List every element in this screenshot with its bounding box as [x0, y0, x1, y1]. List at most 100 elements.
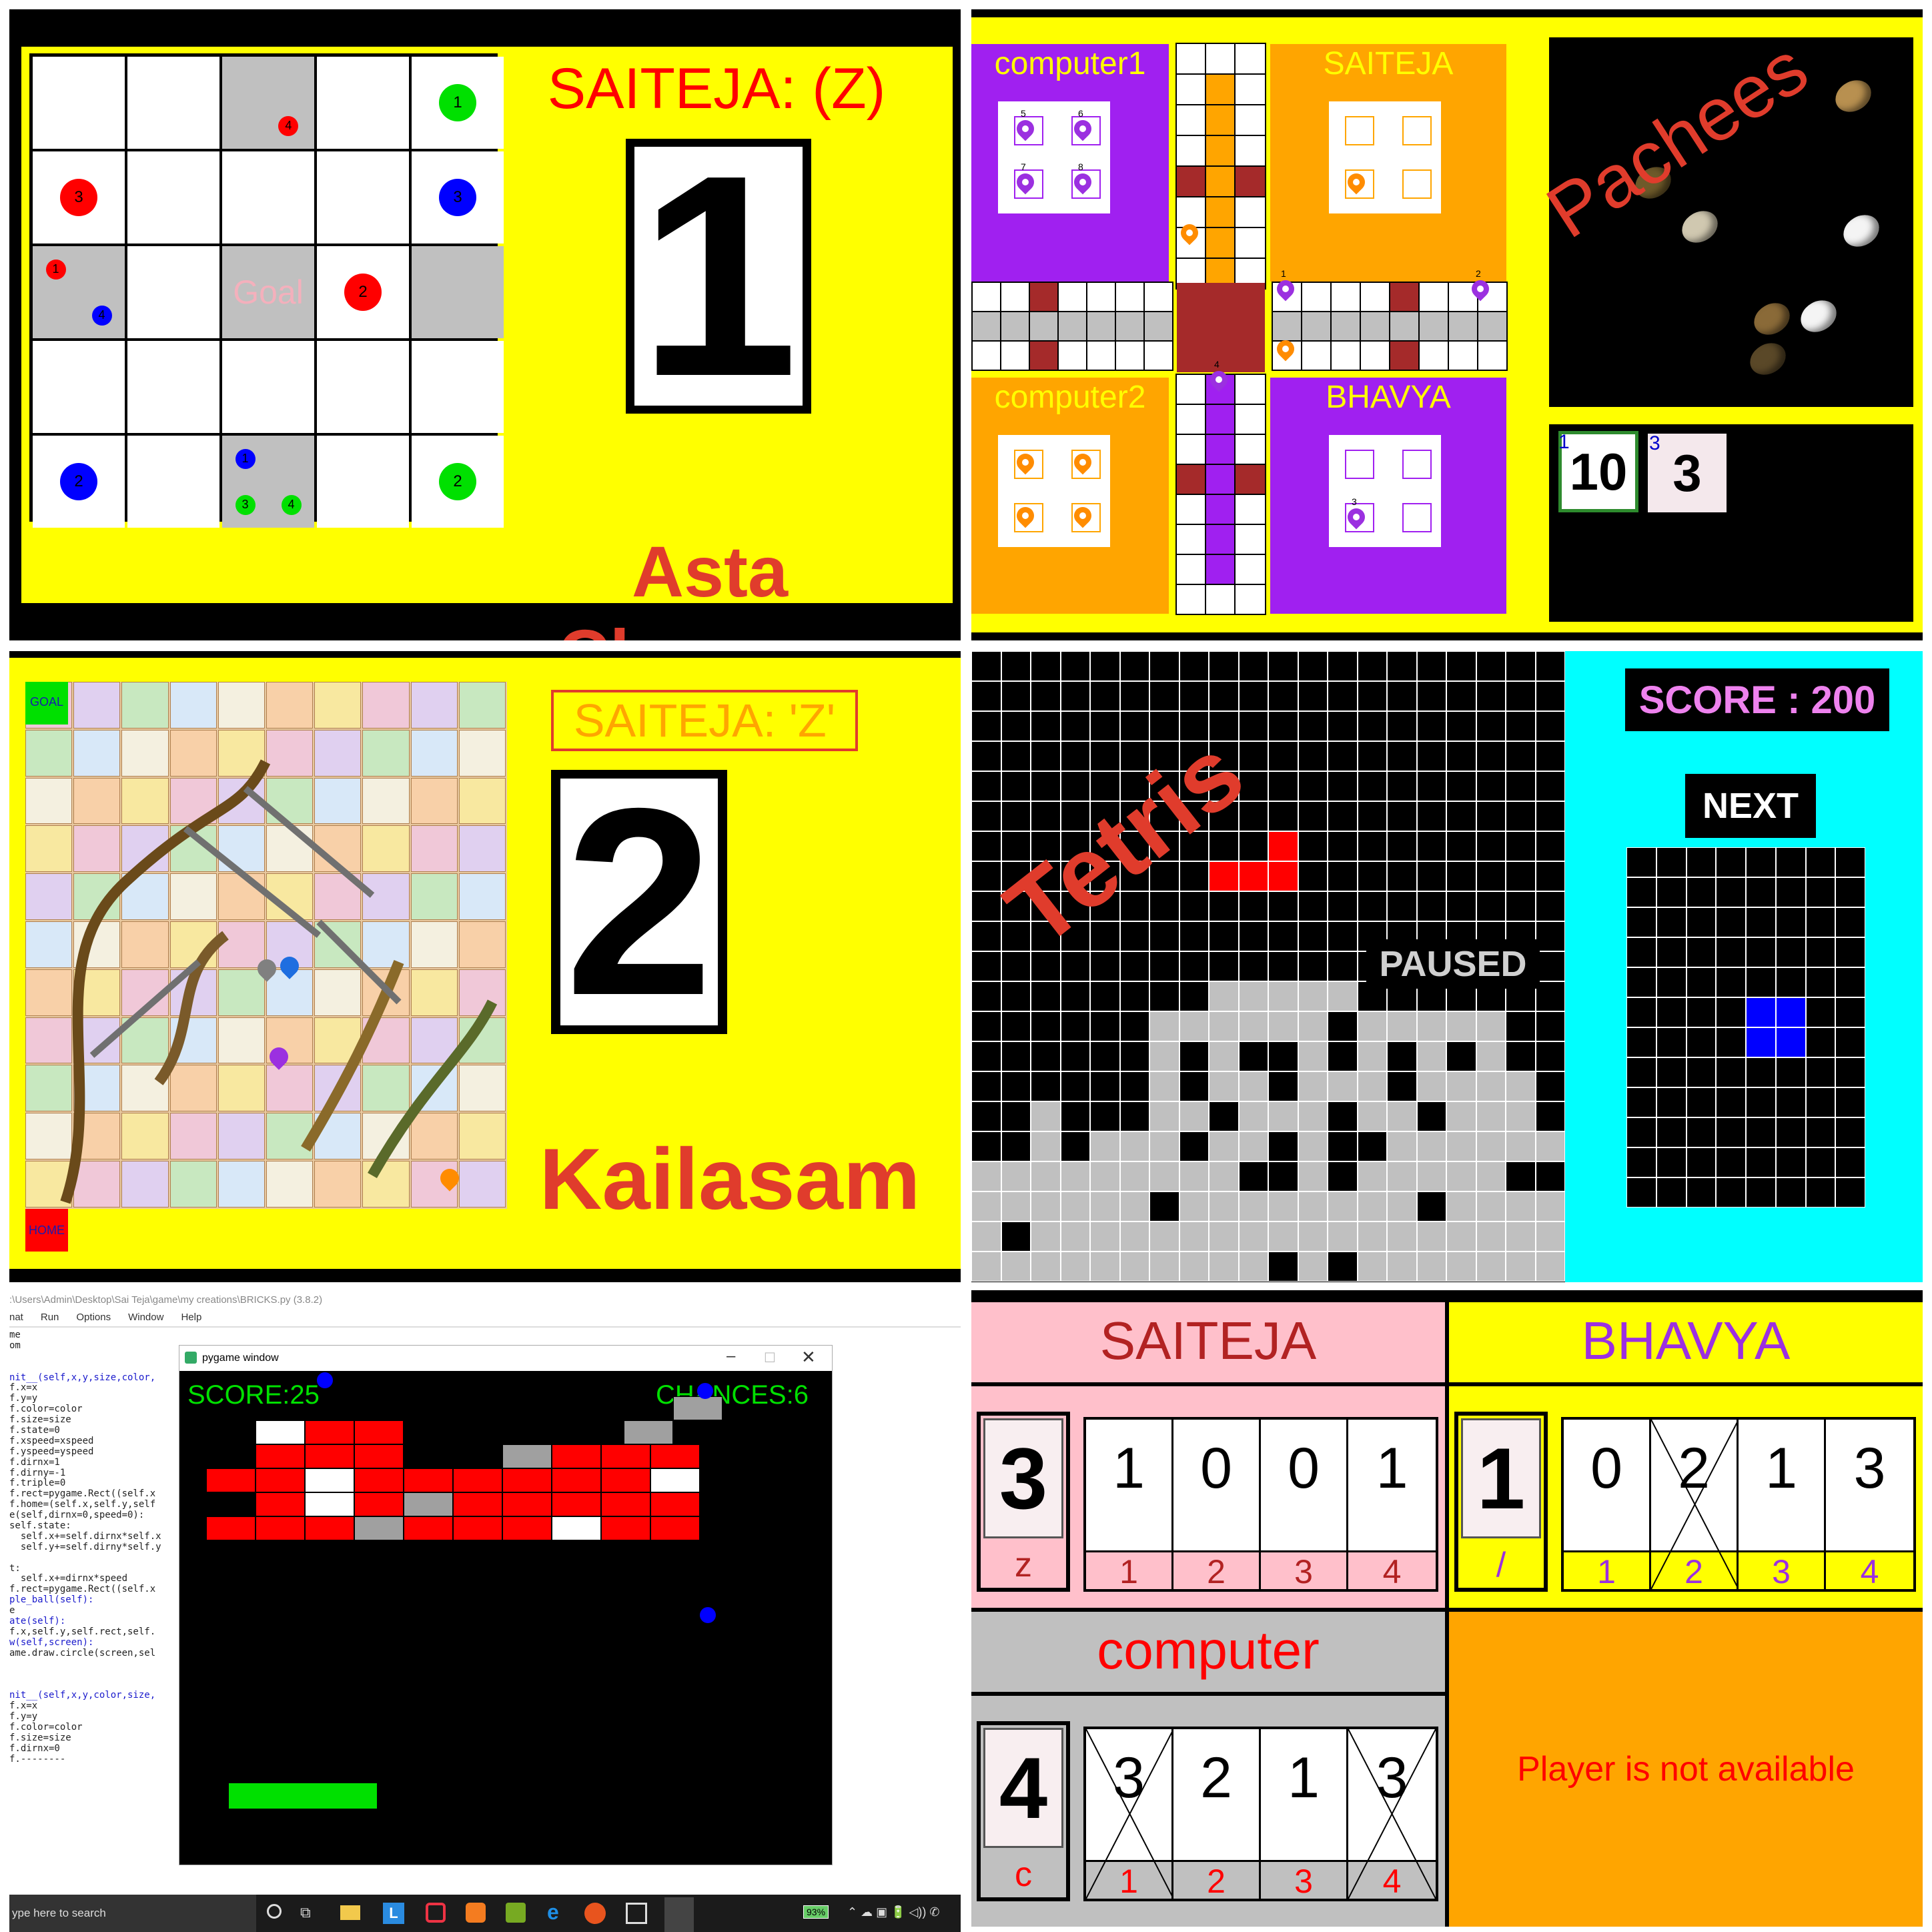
app-orange-icon[interactable]	[466, 1903, 486, 1923]
tetris-cell	[1328, 891, 1358, 921]
cowrie-shell[interactable]	[1829, 73, 1877, 119]
pachees-pin-marker[interactable]: 3	[1344, 496, 1369, 535]
edge-icon[interactable]: e	[547, 1900, 559, 1925]
header-divider	[971, 1692, 1445, 1696]
digit-index[interactable]: 2	[1173, 1860, 1261, 1900]
pachees-pin-marker[interactable]	[1177, 220, 1202, 251]
kailasam-player-marker[interactable]	[276, 953, 303, 986]
asta-piece[interactable]: 4	[91, 305, 112, 326]
idle-menu-item[interactable]: nat	[9, 1312, 23, 1326]
asta-piece[interactable]: 1	[235, 448, 256, 469]
python-icon[interactable]	[664, 1897, 694, 1932]
asta-board-cell[interactable]	[33, 246, 125, 338]
digit-index[interactable]: 3	[1261, 1550, 1348, 1590]
tetris-cell	[1328, 921, 1358, 951]
taskbar-search[interactable]: ype here to search	[9, 1895, 256, 1932]
asta-board-cell[interactable]	[317, 436, 409, 528]
app-l-icon[interactable]: L	[383, 1903, 404, 1924]
tetris-cell	[1238, 1011, 1268, 1041]
next-cell	[1746, 907, 1776, 937]
asta-board-cell[interactable]	[127, 436, 219, 528]
digit-index[interactable]: 1	[1086, 1550, 1173, 1590]
tetris-cell	[1179, 1041, 1209, 1071]
asta-piece[interactable]: 2	[60, 463, 97, 500]
pachees-pin-marker[interactable]: 6	[1070, 108, 1095, 147]
pachees-pin-marker[interactable]	[1273, 336, 1298, 367]
pachees-pin-marker[interactable]	[1013, 503, 1038, 534]
pachees-pin-marker[interactable]	[1344, 169, 1369, 200]
tetris-cell	[1149, 1131, 1179, 1161]
digit-index[interactable]: 4	[1826, 1550, 1913, 1590]
asta-board-cell[interactable]	[412, 246, 504, 338]
digit-index[interactable]: 3	[1261, 1860, 1348, 1900]
asta-piece[interactable]: 3	[60, 179, 97, 216]
asta-dice[interactable]: 1	[626, 133, 811, 420]
pachees-pin-marker[interactable]: 1	[1273, 268, 1298, 307]
asta-board-cell[interactable]	[33, 341, 125, 433]
asta-piece[interactable]: 1	[45, 259, 66, 280]
pachees-pin-marker[interactable]: 8	[1070, 161, 1095, 200]
tetris-cell	[1119, 951, 1149, 981]
asta-board-cell[interactable]	[127, 57, 219, 149]
cowrie-shell[interactable]	[1748, 296, 1796, 342]
cowrie-shell[interactable]	[1676, 204, 1724, 250]
asta-board-cell[interactable]	[412, 341, 504, 433]
asta-piece[interactable]: 3	[235, 494, 256, 515]
asta-board-cell[interactable]	[222, 341, 314, 433]
digit-index[interactable]: 4	[1348, 1550, 1436, 1590]
tetris-cell	[1387, 1161, 1417, 1191]
battery-indicator[interactable]: 93%	[803, 1905, 829, 1919]
asta-board-cell[interactable]	[222, 57, 314, 149]
kailasam-player-marker[interactable]	[436, 1165, 463, 1198]
tetris-cell	[1328, 1011, 1358, 1041]
asta-board-cell[interactable]	[127, 341, 219, 433]
pachees-pin-marker[interactable]: 2	[1468, 268, 1493, 307]
tetris-cell	[1357, 1041, 1387, 1071]
app-game-icon[interactable]	[506, 1903, 526, 1923]
asta-board-cell[interactable]	[222, 151, 314, 244]
pachees-pin-marker[interactable]: 5	[1013, 108, 1038, 147]
pachees-pin-marker[interactable]	[1070, 503, 1095, 534]
digit-index[interactable]: 2	[1173, 1550, 1261, 1590]
asta-board-cell[interactable]	[317, 151, 409, 244]
asta-piece[interactable]: 2	[344, 274, 382, 311]
idle-menu-item[interactable]: Run	[41, 1312, 59, 1326]
app-terminal-icon[interactable]	[626, 1903, 647, 1924]
paddle[interactable]	[229, 1783, 377, 1809]
task-view-icon[interactable]: ⧉	[300, 1904, 311, 1921]
idle-menu-item[interactable]: Options	[76, 1312, 111, 1326]
cowrie-shell[interactable]	[1795, 294, 1843, 339]
asta-board-cell[interactable]	[127, 246, 219, 338]
kailasam-player-marker[interactable]	[266, 1043, 292, 1077]
cortana-icon[interactable]	[267, 1904, 282, 1919]
asta-board-cell[interactable]	[127, 151, 219, 244]
pachees-pin-marker[interactable]	[1070, 450, 1095, 480]
asta-board-cell[interactable]	[317, 341, 409, 433]
system-tray-icons[interactable]: ⌃ ☁ ▣ 🔋 ◁)) ✆	[847, 1905, 939, 1919]
digit-index[interactable]: 1	[1564, 1550, 1651, 1590]
app-red-icon[interactable]	[426, 1903, 446, 1923]
idle-menu-item[interactable]: Help	[181, 1312, 201, 1326]
cowrie-shell[interactable]	[1837, 208, 1885, 254]
asta-piece[interactable]: 3	[439, 179, 476, 216]
cowrie-shell[interactable]	[1744, 336, 1792, 382]
asta-piece[interactable]: 4	[281, 494, 302, 515]
pachees-pin-marker[interactable]: 7	[1013, 161, 1038, 200]
kailasam-dice[interactable]: 2	[551, 769, 727, 1035]
idle-code[interactable]: me om nit__(self,x,y,size,color, f.x=x f.y=…	[9, 1330, 183, 1765]
asta-piece[interactable]: 2	[439, 463, 476, 500]
tetris-cell	[971, 1041, 1001, 1071]
asta-piece[interactable]: 1	[439, 84, 476, 121]
asta-board-cell[interactable]	[33, 57, 125, 149]
asta-board-cell[interactable]	[222, 436, 314, 528]
firefox-icon[interactable]	[584, 1903, 606, 1924]
digit-index[interactable]: 3	[1739, 1550, 1826, 1590]
asta-board-cell[interactable]	[317, 57, 409, 149]
pachees-pin-marker[interactable]: 4	[1206, 359, 1232, 398]
kailasam-player-marker[interactable]	[254, 955, 280, 989]
pachees-pin-marker[interactable]	[1013, 450, 1038, 480]
asta-piece[interactable]: 4	[278, 115, 299, 136]
next-cell	[1805, 907, 1836, 937]
idle-menu-item[interactable]: Window	[128, 1312, 163, 1326]
file-explorer-icon[interactable]	[340, 1905, 360, 1920]
